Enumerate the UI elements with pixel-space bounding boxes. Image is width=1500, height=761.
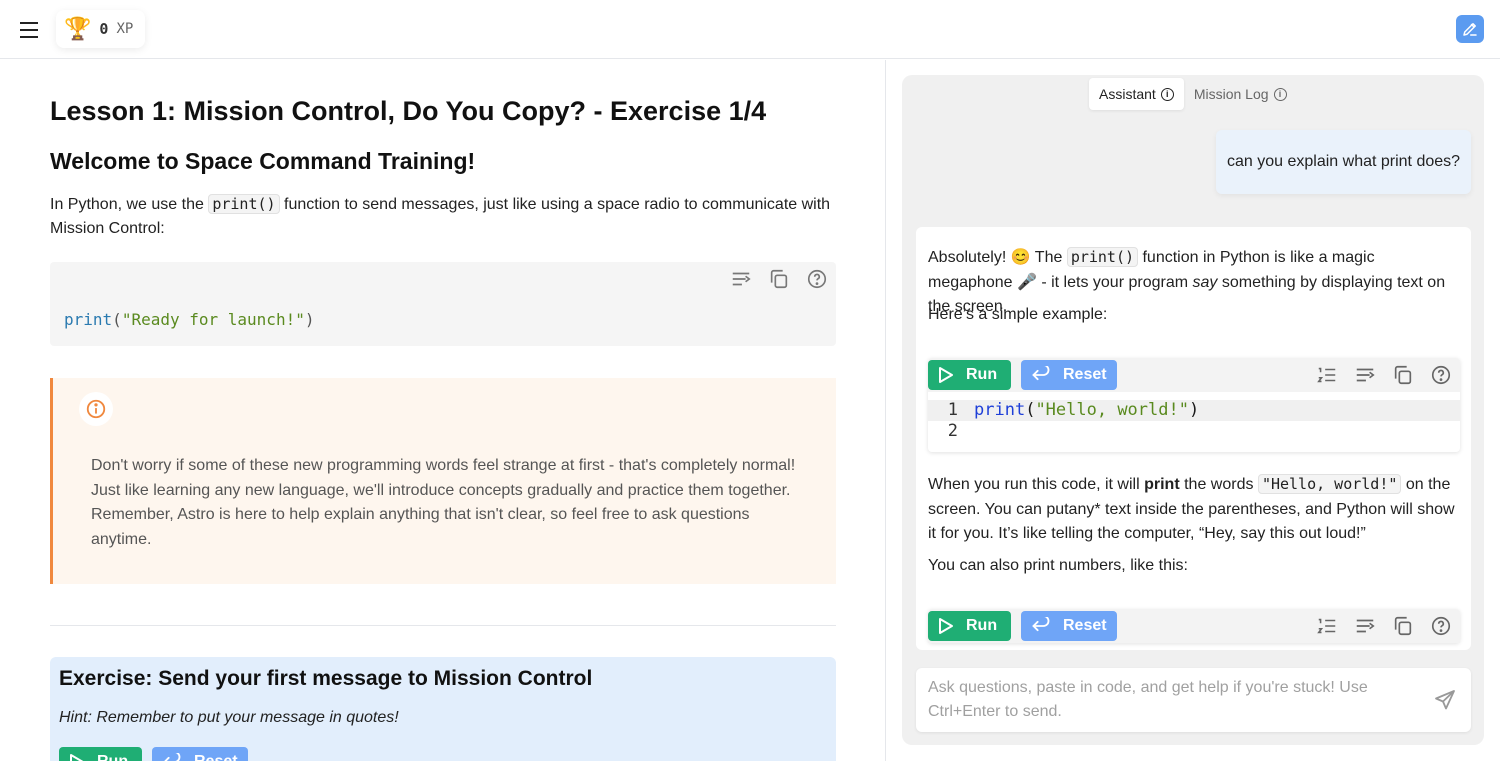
run-button[interactable]: Run	[928, 360, 1011, 390]
undo-icon	[164, 753, 181, 761]
exercise-toolbar: Run Reset	[59, 747, 829, 761]
tab-mission-log[interactable]: Mission Log i	[1184, 78, 1297, 110]
run-label: Run	[966, 366, 998, 383]
reply-emphasis: say	[1192, 273, 1218, 291]
editor-tools	[1314, 362, 1454, 388]
tab-assistant-label: Assistant	[1099, 86, 1156, 102]
code-paren-open: (	[1025, 400, 1036, 420]
play-icon	[939, 367, 953, 383]
run-label: Run	[97, 753, 128, 761]
editor-line: 1 print("Hello, world!")	[928, 400, 1460, 421]
line-number: 1	[928, 400, 966, 421]
code-paren-close: )	[1188, 400, 1200, 420]
editor-toolbar: Run Reset	[928, 609, 1460, 643]
play-icon	[70, 754, 84, 761]
tab-mission-log-label: Mission Log	[1193, 86, 1269, 102]
send-icon	[1435, 690, 1455, 710]
callout-text: Don't worry if some of these new program…	[91, 457, 796, 548]
line-code: print("Hello, world!")	[974, 400, 1199, 421]
tab-assistant[interactable]: Assistant i	[1089, 78, 1184, 110]
reply-text: the words	[1184, 476, 1254, 493]
code-toolbar	[728, 266, 830, 292]
code-function: print	[974, 400, 1026, 420]
code-string: "Hello, world!"	[1035, 400, 1189, 420]
help-icon[interactable]	[804, 266, 830, 292]
info-callout: Don't worry if some of these new program…	[50, 378, 836, 584]
menu-icon[interactable]	[18, 18, 42, 40]
reset-button[interactable]: Reset	[1021, 611, 1117, 641]
line-numbers-icon[interactable]	[1314, 613, 1340, 639]
info-icon: i	[1160, 87, 1174, 101]
code-paren-close: )	[304, 310, 315, 329]
wrap-icon[interactable]	[728, 266, 754, 292]
editor-toolbar: Run Reset	[928, 358, 1460, 392]
copy-icon[interactable]	[1390, 613, 1416, 639]
run-button[interactable]: Run	[59, 747, 142, 761]
assistant-reply: Absolutely! 😊 The print() function in Py…	[916, 227, 1471, 650]
editor-tools	[1314, 613, 1454, 639]
run-button[interactable]: Run	[928, 611, 1011, 641]
reset-label: Reset	[1063, 366, 1107, 383]
wrap-icon[interactable]	[1352, 613, 1378, 639]
reply-text: When you run this code, it will	[928, 476, 1140, 493]
info-icon: i	[1273, 87, 1287, 101]
code-editor: Run Reset	[928, 358, 1460, 452]
trophy-icon: 🏆	[64, 16, 92, 41]
xp-value: 0	[99, 20, 109, 38]
intro-paragraph: In Python, we use the print() function t…	[50, 192, 840, 241]
wrap-icon[interactable]	[1352, 362, 1378, 388]
copy-icon[interactable]	[766, 266, 792, 292]
inline-code: print()	[208, 194, 280, 214]
edit-button[interactable]	[1456, 15, 1484, 43]
undo-icon	[1032, 617, 1050, 632]
run-label: Run	[966, 617, 998, 634]
undo-icon	[1032, 366, 1050, 381]
lesson-pane: Lesson 1: Mission Control, Do You Copy? …	[0, 60, 886, 761]
example-code-block: print("Ready for launch!")	[50, 262, 836, 346]
reply-paragraph-4: You can also print numbers, like this:	[928, 557, 1188, 574]
reset-button[interactable]: Reset	[1021, 360, 1117, 390]
reply-bold: print	[1144, 476, 1180, 493]
xp-badge: 🏆 0 XP	[56, 10, 146, 48]
chat-input[interactable]	[928, 676, 1428, 726]
help-icon[interactable]	[1428, 362, 1454, 388]
user-message: can you explain what print does?	[1216, 130, 1471, 194]
section-title: Welcome to Space Command Training!	[50, 148, 476, 174]
play-icon	[939, 618, 953, 634]
code-editor: Run Reset	[928, 609, 1460, 643]
inline-code: "Hello, world!"	[1257, 474, 1402, 494]
lesson-title: Lesson 1: Mission Control, Do You Copy? …	[50, 96, 767, 126]
xp-label: XP	[116, 21, 134, 37]
code-line: print("Ready for launch!")	[64, 310, 314, 329]
line-numbers-icon[interactable]	[1314, 362, 1340, 388]
editor-body[interactable]: 1 print("Hello, world!") 2	[928, 392, 1460, 452]
inline-code: print()	[1066, 247, 1139, 267]
reply-paragraph-3: When you run this code, it will print th…	[928, 472, 1463, 547]
info-icon	[79, 392, 113, 426]
reply-paragraph-2: Here’s a simple example:	[928, 306, 1108, 323]
send-button[interactable]	[1433, 688, 1459, 714]
copy-icon[interactable]	[1390, 362, 1416, 388]
help-icon[interactable]	[1428, 613, 1454, 639]
reply-text: Absolutely! 😊 The	[928, 249, 1063, 266]
assistant-pane: Assistant i Mission Log i can you explai…	[902, 75, 1484, 745]
intro-text-before: In Python, we use the	[50, 196, 204, 213]
editor-line: 2	[928, 421, 1460, 442]
assistant-tabs: Assistant i Mission Log i	[1089, 78, 1297, 110]
line-number: 2	[928, 421, 966, 442]
top-bar: 🏆 0 XP	[0, 0, 1500, 59]
edit-icon	[1463, 23, 1477, 36]
chat-input-box	[916, 668, 1471, 732]
exercise-card: Exercise: Send your first message to Mis…	[50, 657, 836, 761]
reset-label: Reset	[194, 753, 238, 761]
divider	[50, 625, 836, 626]
code-paren-open: (	[112, 310, 122, 329]
code-string: "Ready for launch!"	[121, 310, 305, 329]
exercise-title: Exercise: Send your first message to Mis…	[59, 667, 593, 690]
reset-button[interactable]: Reset	[152, 747, 248, 761]
code-function: print	[64, 310, 113, 329]
exercise-hint: Hint: Remember to put your message in qu…	[59, 709, 399, 726]
reset-label: Reset	[1063, 617, 1107, 634]
